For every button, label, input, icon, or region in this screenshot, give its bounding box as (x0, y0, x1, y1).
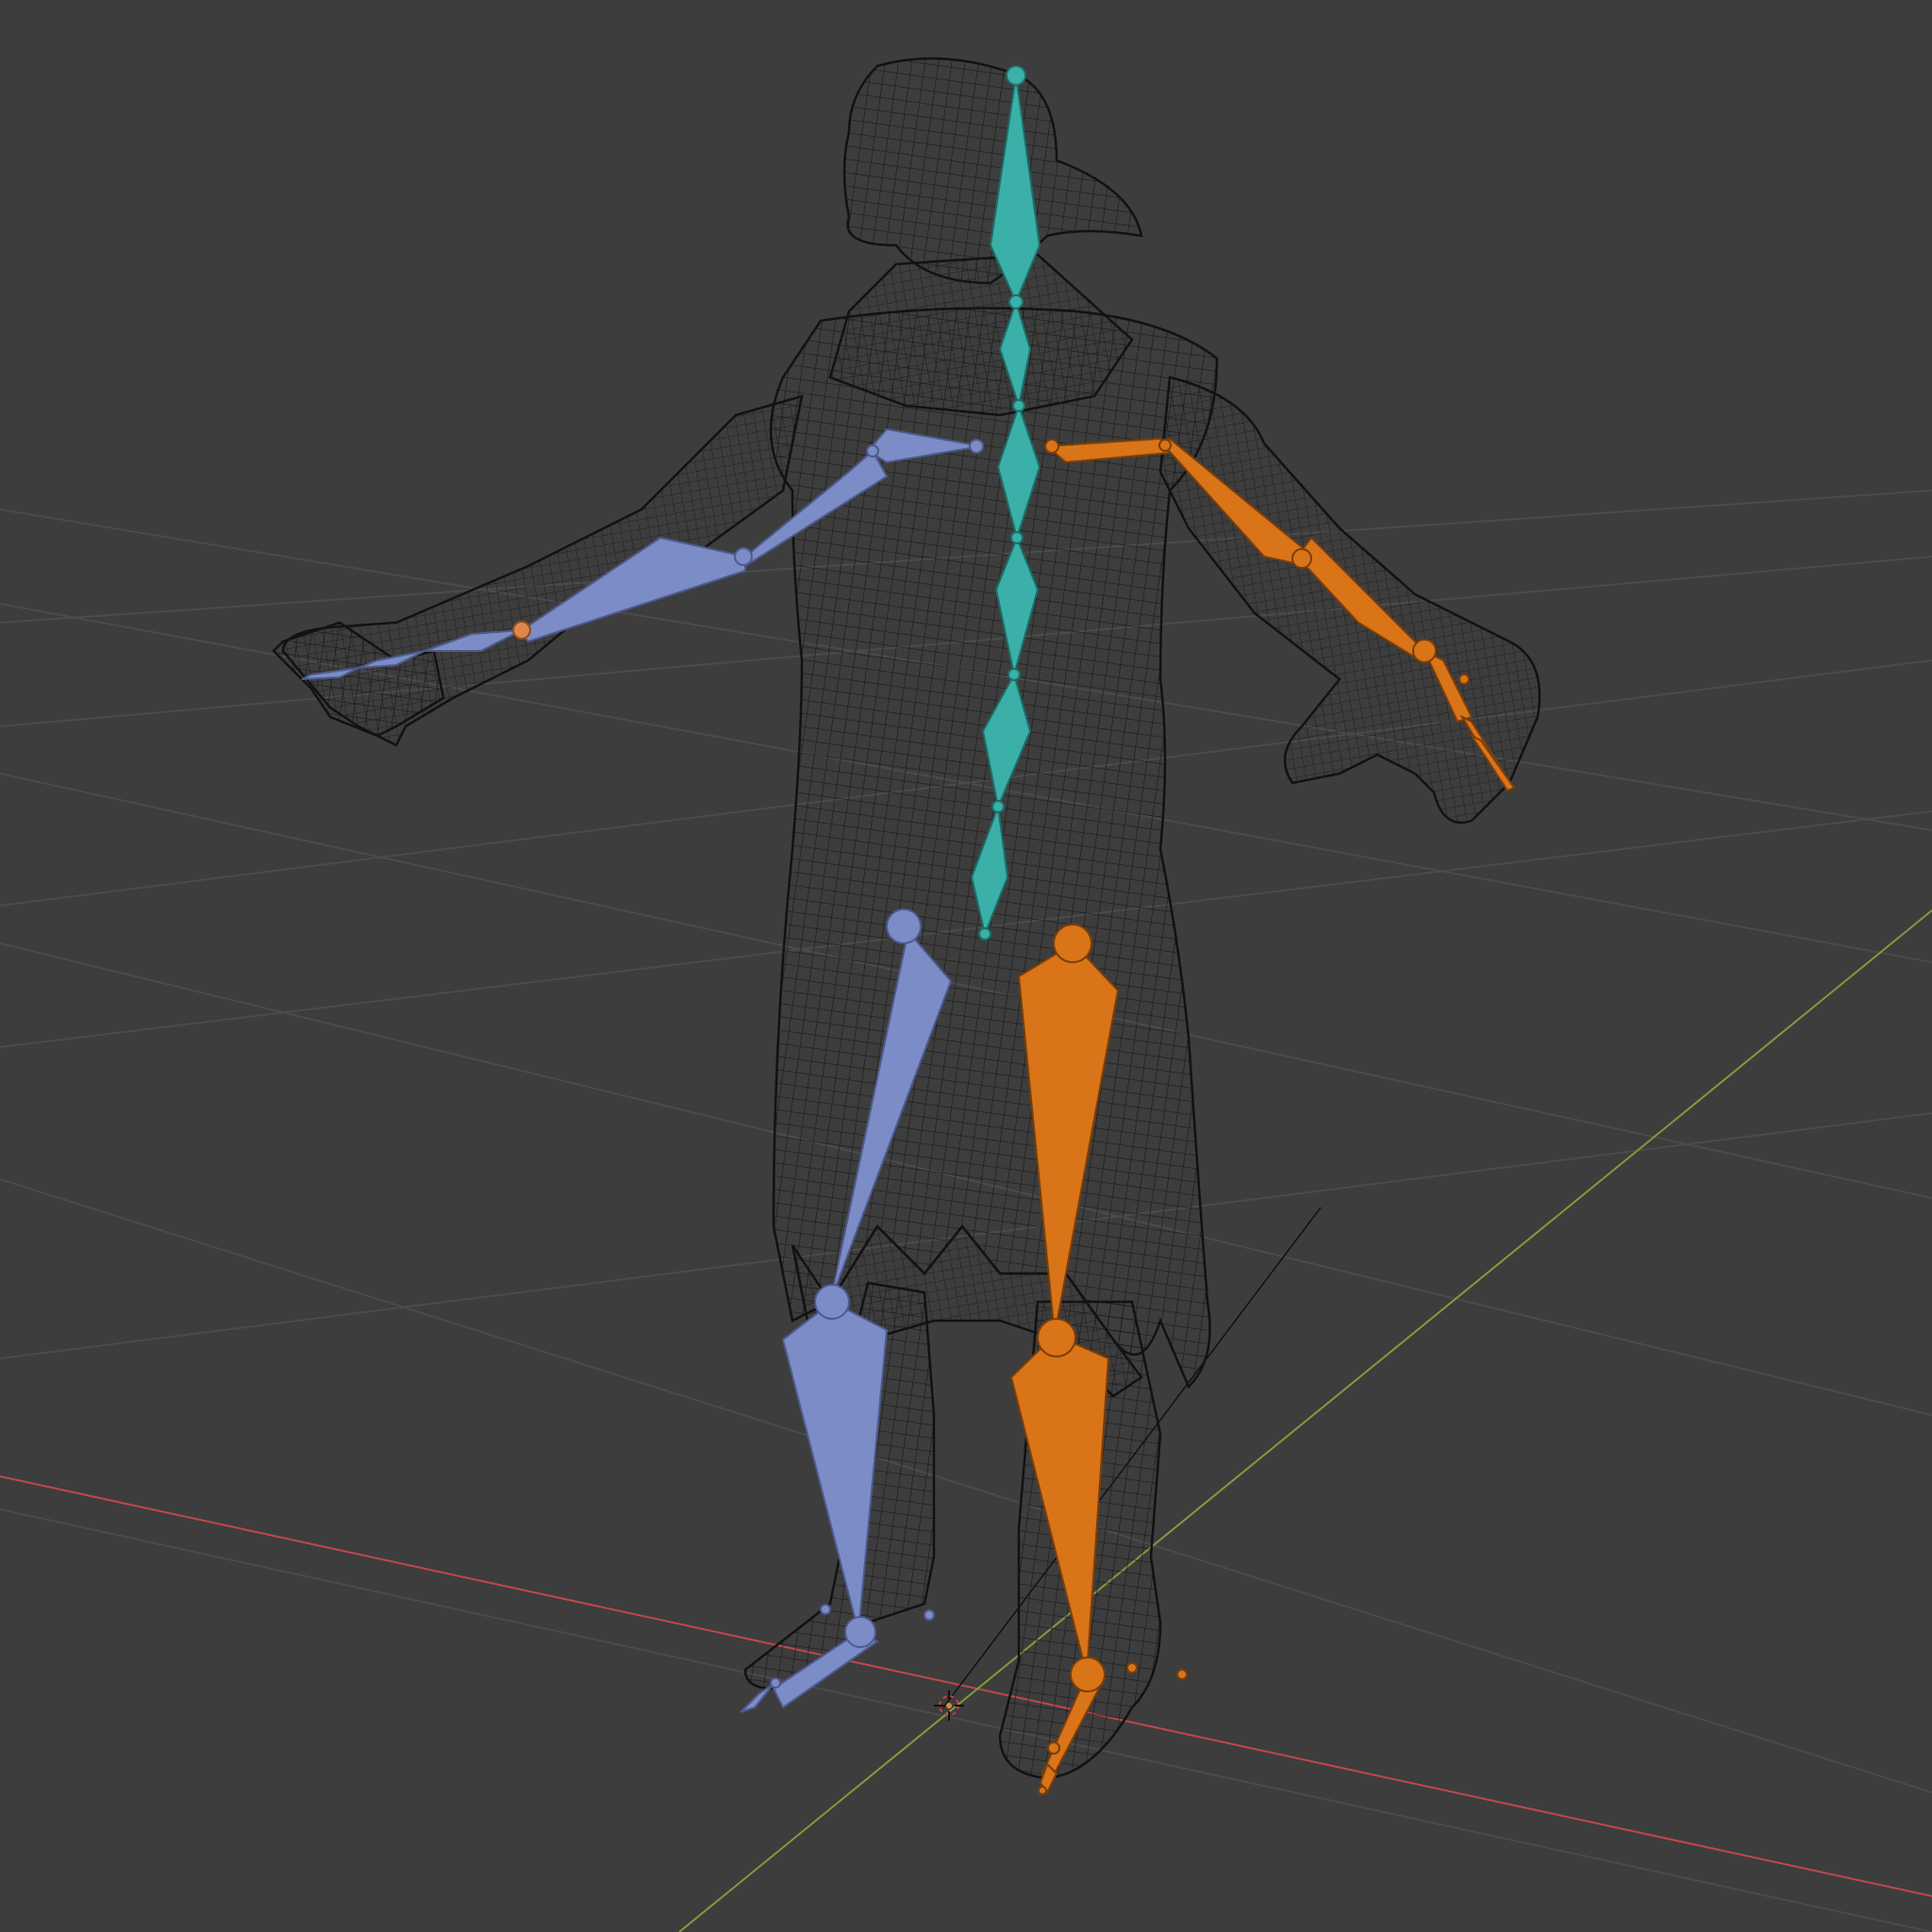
3d-viewport[interactable] (0, 0, 1932, 1932)
viewport-canvas[interactable] (0, 0, 1932, 1932)
